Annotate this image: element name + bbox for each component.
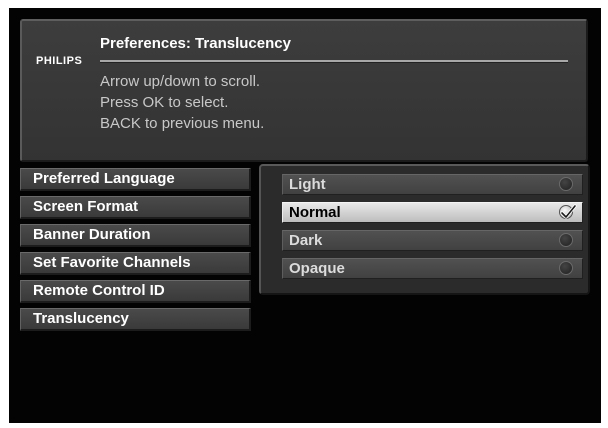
menu-item-label: Translucency — [33, 310, 129, 327]
option-light[interactable]: Light — [282, 174, 583, 195]
option-dark[interactable]: Dark — [282, 230, 583, 251]
option-label: Dark — [289, 232, 323, 249]
instruction-back: BACK to previous menu. — [100, 115, 265, 132]
options-panel: Light Normal Dark Opaque — [259, 164, 590, 295]
page-title: Preferences: Translucency — [100, 35, 291, 52]
option-label: Opaque — [289, 260, 345, 277]
header-panel: PHILIPS Preferences: Translucency Arrow … — [20, 19, 588, 162]
checkmark-icon — [559, 204, 577, 219]
option-label: Normal — [289, 204, 341, 221]
menu-item-preferred-language[interactable]: Preferred Language — [20, 168, 251, 191]
instruction-scroll: Arrow up/down to scroll. — [100, 73, 261, 90]
menu-item-label: Banner Duration — [33, 226, 151, 243]
option-opaque[interactable]: Opaque — [282, 258, 583, 279]
menu-item-label: Remote Control ID — [33, 282, 165, 299]
option-normal[interactable]: Normal — [282, 202, 583, 223]
radio-empty-icon — [559, 233, 573, 247]
menu-item-screen-format[interactable]: Screen Format — [20, 196, 251, 219]
option-label: Light — [289, 176, 326, 193]
menu-item-remote-control-id[interactable]: Remote Control ID — [20, 280, 251, 303]
brand-logo: PHILIPS — [36, 55, 83, 67]
tv-screen: PHILIPS Preferences: Translucency Arrow … — [9, 8, 601, 423]
radio-empty-icon — [559, 177, 573, 191]
menu-item-label: Set Favorite Channels — [33, 254, 191, 271]
menu-item-translucency[interactable]: Translucency — [20, 308, 251, 331]
radio-empty-icon — [559, 261, 573, 275]
menu-item-banner-duration[interactable]: Banner Duration — [20, 224, 251, 247]
menu-item-set-favorite-channels[interactable]: Set Favorite Channels — [20, 252, 251, 275]
title-divider — [100, 60, 568, 62]
menu-item-label: Screen Format — [33, 198, 139, 215]
instruction-select: Press OK to select. — [100, 94, 229, 111]
menu-item-label: Preferred Language — [33, 170, 175, 187]
